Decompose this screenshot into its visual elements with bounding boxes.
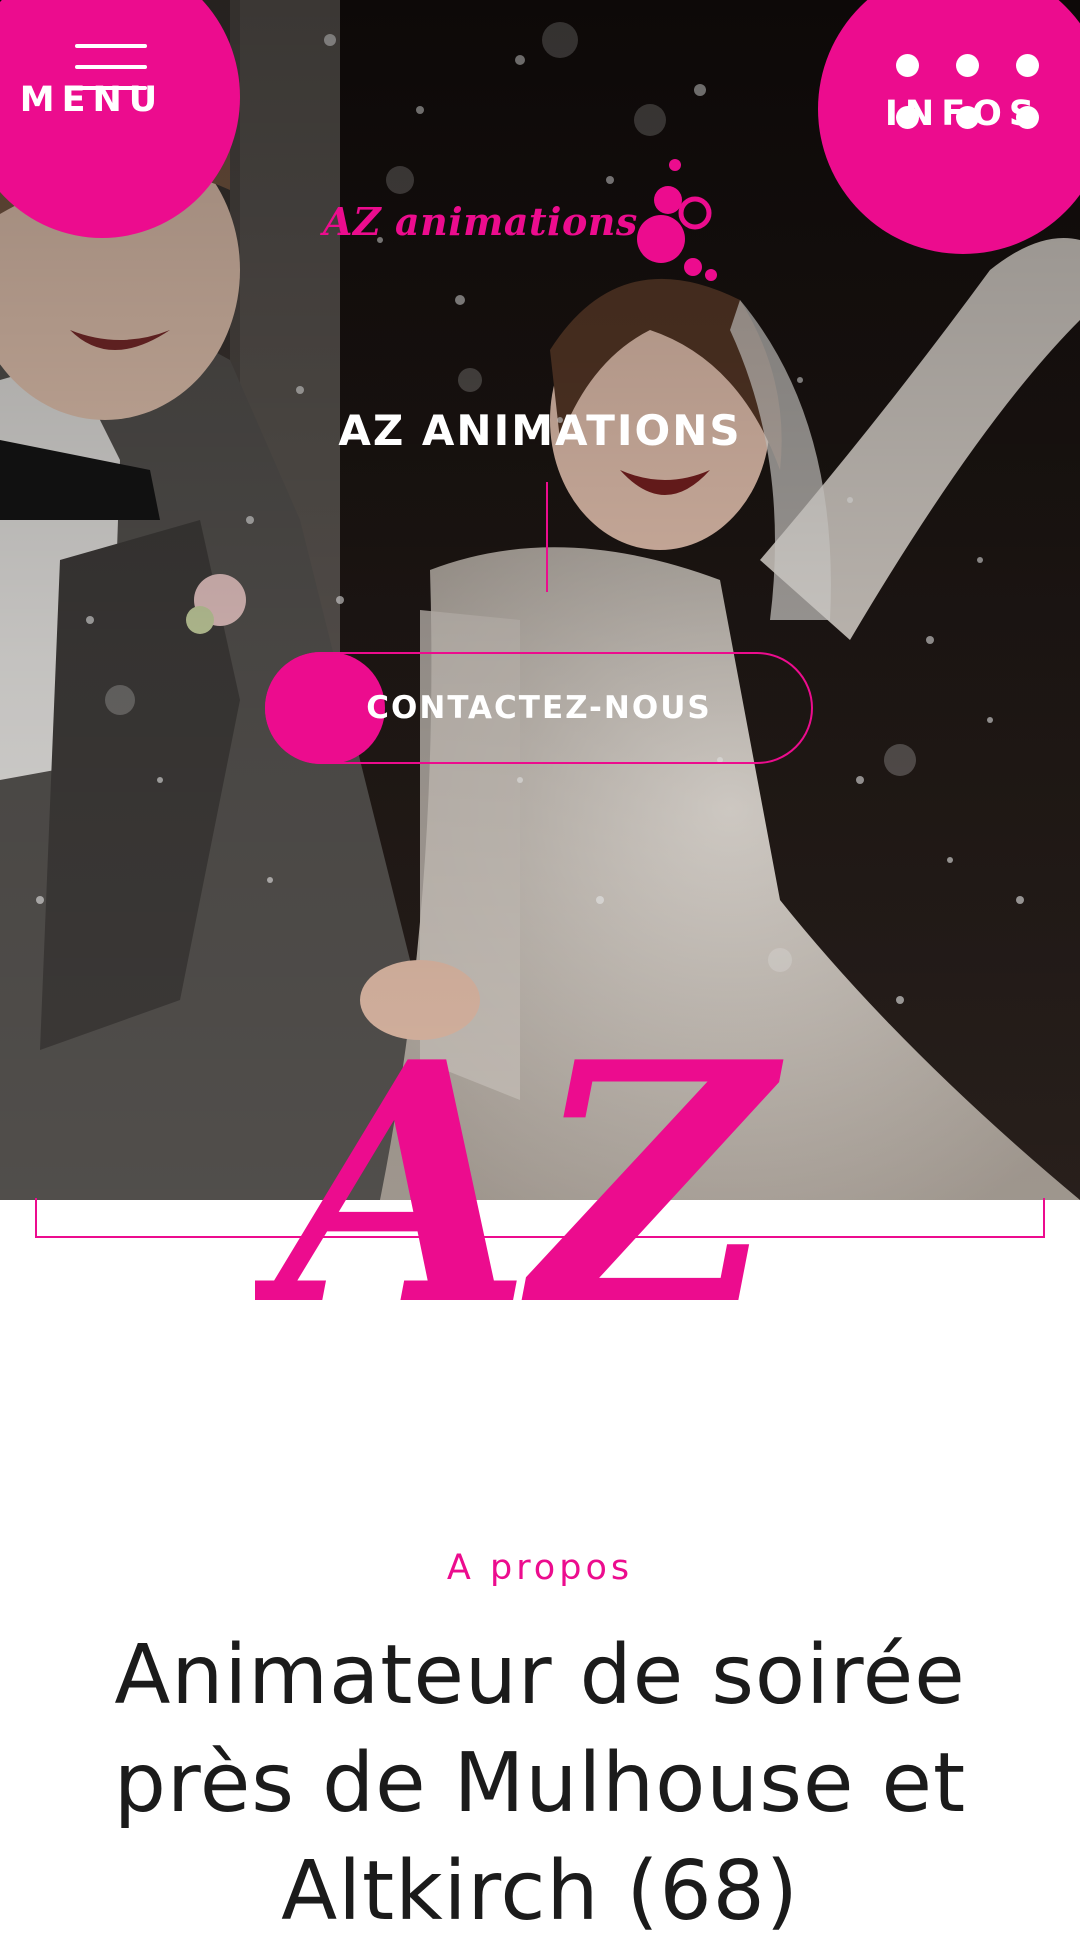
brand-logo-text: AZ animations <box>323 199 638 244</box>
about-eyebrow: A propos <box>446 1548 634 1588</box>
contact-button-label: CONTACTEZ-NOUS <box>366 690 712 726</box>
contact-button[interactable]: CONTACTEZ-NOUS <box>265 652 813 764</box>
brand-logo[interactable]: AZ animations <box>318 155 728 290</box>
hero-title: AZ ANIMATIONS <box>338 406 742 455</box>
az-monogram-logo: AZ <box>255 1015 785 1335</box>
hero-divider <box>546 482 548 592</box>
infos-label: INFOS <box>884 94 1042 134</box>
svg-text:AZ: AZ <box>255 1015 785 1335</box>
menu-label: MENU <box>19 80 165 120</box>
about-heading: Animateur de soirée près de Mulhouse et … <box>113 1628 967 1939</box>
